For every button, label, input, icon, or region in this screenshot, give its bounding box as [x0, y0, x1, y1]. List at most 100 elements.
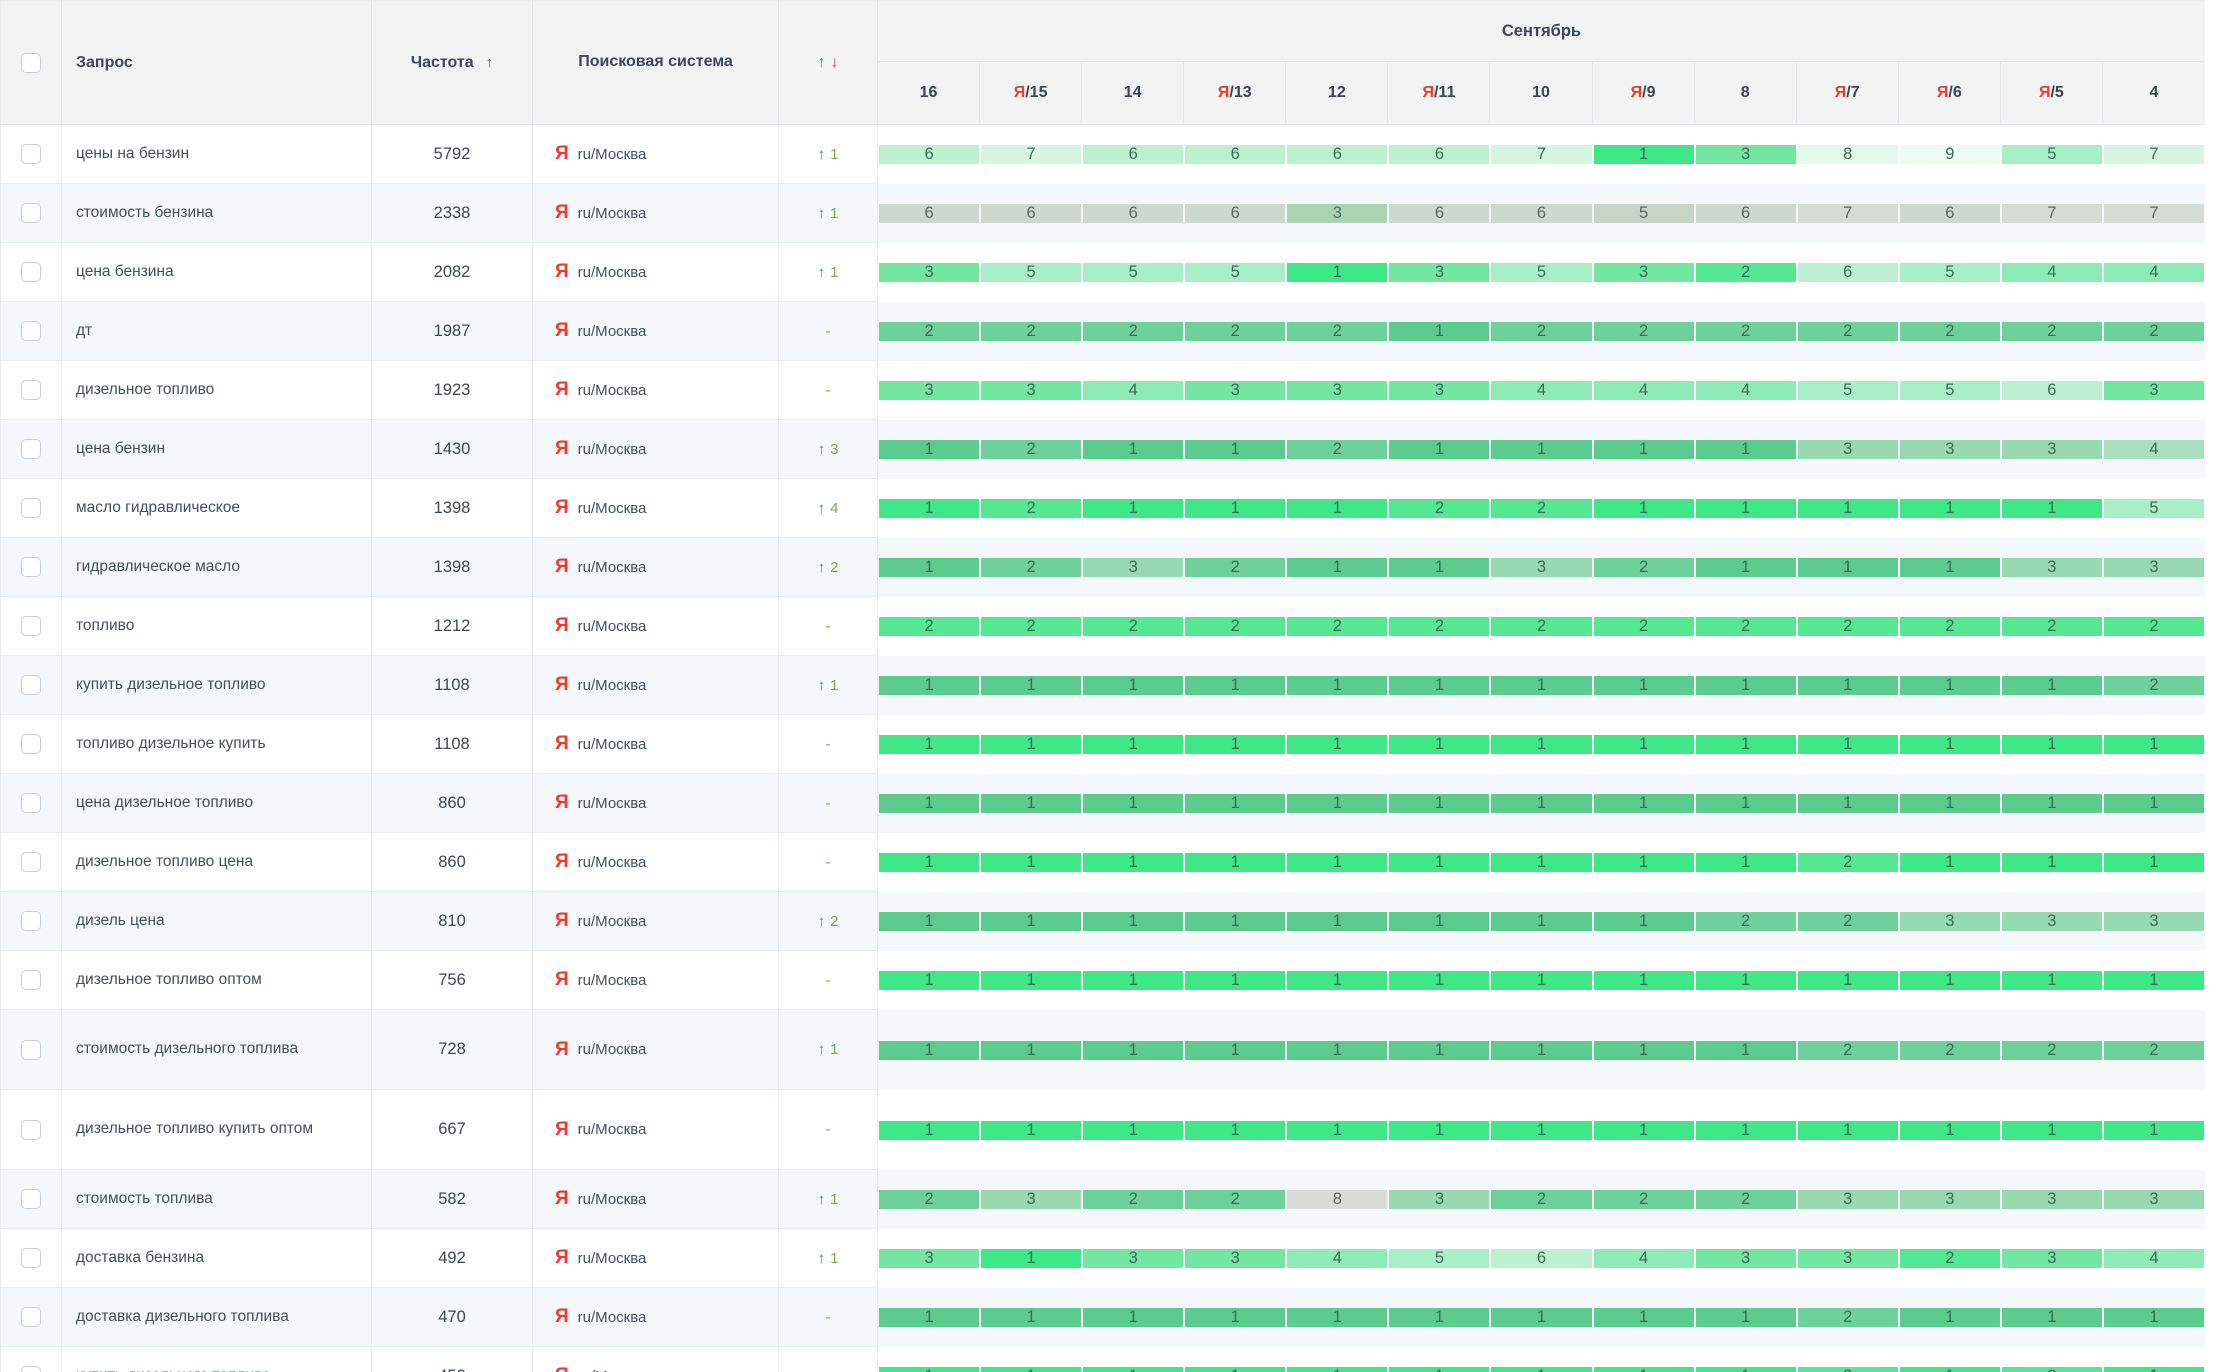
position-cell[interactable]: 2 [1695, 243, 1797, 302]
date-column-header[interactable]: 14 [1082, 62, 1184, 124]
position-cell[interactable]: 1 [1695, 1010, 1797, 1090]
position-cell[interactable]: 1 [1490, 833, 1592, 892]
position-cell[interactable]: 3 [1797, 1229, 1899, 1288]
position-cell[interactable]: 4 [2103, 420, 2205, 479]
position-cell[interactable]: 2 [1797, 833, 1899, 892]
query-cell[interactable]: цены на бензин [62, 125, 372, 184]
query-cell[interactable]: дт [62, 302, 372, 361]
position-cell[interactable]: 1 [1593, 1010, 1695, 1090]
position-cell[interactable]: 2 [2103, 1010, 2205, 1090]
date-column-header[interactable]: Я/7 [1797, 62, 1899, 124]
position-cell[interactable]: 1 [1695, 715, 1797, 774]
select-all-checkbox[interactable] [21, 53, 41, 73]
position-cell[interactable]: 2 [1388, 597, 1490, 656]
position-cell[interactable]: 2 [980, 302, 1082, 361]
position-cell[interactable]: 2 [1490, 597, 1592, 656]
position-cell[interactable]: 1 [878, 656, 980, 715]
position-cell[interactable]: 1 [1184, 420, 1286, 479]
position-cell[interactable]: 3 [878, 243, 980, 302]
position-cell[interactable]: 2 [1695, 1170, 1797, 1229]
position-cell[interactable]: 1 [980, 1010, 1082, 1090]
query-cell[interactable]: масло гидравлическое [62, 479, 372, 538]
position-cell[interactable]: 2 [1899, 1229, 2001, 1288]
position-cell[interactable]: 1 [1899, 538, 2001, 597]
position-cell[interactable]: 1 [1082, 951, 1184, 1010]
position-cell[interactable]: 1 [1593, 420, 1695, 479]
position-cell[interactable]: 2 [2103, 302, 2205, 361]
position-cell[interactable]: 4 [1593, 361, 1695, 420]
position-cell[interactable]: 3 [1286, 184, 1388, 243]
position-cell[interactable]: 7 [980, 125, 1082, 184]
position-cell[interactable]: 3 [1899, 892, 2001, 951]
position-cell[interactable]: 1 [1286, 1288, 1388, 1347]
position-cell[interactable]: 1 [1797, 774, 1899, 833]
position-cell[interactable]: 1 [1286, 892, 1388, 951]
position-cell[interactable]: 1 [1286, 243, 1388, 302]
position-cell[interactable]: 1 [1593, 656, 1695, 715]
position-cell[interactable]: 1 [1490, 774, 1592, 833]
position-cell[interactable]: 5 [1899, 243, 2001, 302]
position-cell[interactable]: 1 [1490, 1090, 1592, 1170]
position-cell[interactable]: 1 [2001, 833, 2103, 892]
position-cell[interactable]: 1 [1899, 774, 2001, 833]
row-checkbox[interactable] [21, 203, 41, 223]
position-cell[interactable]: 1 [1082, 1347, 1184, 1372]
position-cell[interactable]: 1 [1388, 715, 1490, 774]
position-cell[interactable]: 1 [1490, 1010, 1592, 1090]
position-cell[interactable]: 5 [1082, 243, 1184, 302]
date-column-header[interactable]: Я/13 [1184, 62, 1286, 124]
row-checkbox[interactable] [21, 852, 41, 872]
query-cell[interactable]: доставка дизельного топлива [62, 1288, 372, 1347]
position-cell[interactable]: 1 [1899, 1288, 2001, 1347]
position-cell[interactable]: 1 [1593, 125, 1695, 184]
position-cell[interactable]: 3 [1388, 361, 1490, 420]
position-cell[interactable]: 3 [2103, 1170, 2205, 1229]
position-cell[interactable]: 2 [1797, 892, 1899, 951]
position-cell[interactable]: 3 [980, 361, 1082, 420]
position-cell[interactable]: 7 [2103, 184, 2205, 243]
position-cell[interactable]: 2 [1184, 597, 1286, 656]
position-cell[interactable]: 1 [1388, 892, 1490, 951]
position-cell[interactable]: 1 [1388, 833, 1490, 892]
row-checkbox[interactable] [21, 557, 41, 577]
position-cell[interactable]: 2 [1797, 1010, 1899, 1090]
position-cell[interactable]: 2 [2103, 656, 2205, 715]
position-cell[interactable]: 1 [1593, 833, 1695, 892]
position-cell[interactable]: 1 [980, 833, 1082, 892]
position-cell[interactable]: 6 [1184, 125, 1286, 184]
row-checkbox[interactable] [21, 1366, 41, 1372]
position-cell[interactable]: 1 [1286, 538, 1388, 597]
position-cell[interactable]: 1 [2103, 1288, 2205, 1347]
query-cell[interactable]: купить дизельного топлива [62, 1347, 372, 1372]
query-cell[interactable]: цена бензин [62, 420, 372, 479]
position-cell[interactable]: 4 [2001, 243, 2103, 302]
position-cell[interactable]: 1 [1695, 538, 1797, 597]
position-cell[interactable]: 1 [1082, 833, 1184, 892]
position-cell[interactable]: 5 [980, 243, 1082, 302]
position-cell[interactable]: 2 [1286, 302, 1388, 361]
position-cell[interactable]: 1 [1593, 774, 1695, 833]
position-cell[interactable]: 5 [2001, 125, 2103, 184]
position-cell[interactable]: 1 [1899, 656, 2001, 715]
position-cell[interactable]: 1 [1388, 420, 1490, 479]
position-cell[interactable]: 6 [1695, 184, 1797, 243]
column-header-frequency[interactable]: Частота ↑ [372, 1, 533, 124]
query-cell[interactable]: цена бензина [62, 243, 372, 302]
position-cell[interactable]: 3 [2103, 361, 2205, 420]
position-cell[interactable]: 2 [980, 597, 1082, 656]
position-cell[interactable]: 3 [1797, 1170, 1899, 1229]
position-cell[interactable]: 1 [1082, 892, 1184, 951]
position-cell[interactable]: 3 [1490, 538, 1592, 597]
position-cell[interactable]: 1 [1490, 715, 1592, 774]
position-cell[interactable]: 1 [1899, 833, 2001, 892]
position-cell[interactable]: 1 [1490, 1288, 1592, 1347]
position-cell[interactable]: 1 [1388, 1090, 1490, 1170]
position-cell[interactable]: 2 [1082, 597, 1184, 656]
row-checkbox[interactable] [21, 734, 41, 754]
position-cell[interactable]: 1 [980, 1347, 1082, 1372]
position-cell[interactable]: 1 [980, 656, 1082, 715]
date-column-header[interactable]: 10 [1490, 62, 1592, 124]
query-cell[interactable]: стоимость бензина [62, 184, 372, 243]
position-cell[interactable]: 1 [1184, 951, 1286, 1010]
position-cell[interactable]: 1 [878, 715, 980, 774]
